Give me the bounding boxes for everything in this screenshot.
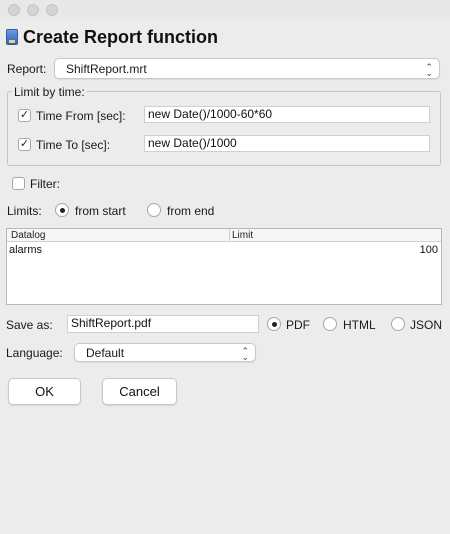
limits-from-end-radio[interactable] — [147, 203, 161, 217]
dialog-title: Create Report function — [23, 26, 219, 47]
minimize-window-button[interactable] — [27, 4, 39, 16]
language-select[interactable]: Default ⌃ ⌄ — [74, 343, 256, 362]
language-select-value: Default — [86, 345, 125, 360]
table-header: Datalog Limit — [7, 229, 441, 242]
format-json-radio[interactable] — [391, 317, 405, 331]
limit-by-time-legend: Limit by time: — [12, 85, 87, 99]
time-from-checkbox[interactable]: ✓ — [18, 109, 31, 122]
table-cell-limit: 100 — [419, 244, 438, 256]
time-from-label: Time From [sec]: — [36, 109, 126, 123]
limits-from-end-label: from end — [167, 204, 215, 218]
report-select[interactable]: ShiftReport.mrt ⌃ ⌄ — [54, 58, 440, 79]
time-from-input[interactable]: new Date()/1000-60*60 — [144, 106, 430, 123]
updown-chevron-icon: ⌃ ⌄ — [241, 345, 249, 362]
close-window-button[interactable] — [8, 4, 20, 16]
limit-by-time-group: Limit by time: ✓ Time From [sec]: new Da… — [7, 85, 441, 166]
limits-from-start-label: from start — [75, 204, 126, 218]
limits-label: Limits: — [7, 204, 42, 218]
report-select-value: ShiftReport.mrt — [66, 61, 147, 76]
format-html-label: HTML — [343, 318, 376, 332]
updown-chevron-icon: ⌃ ⌄ — [425, 61, 433, 78]
column-header-datalog[interactable]: Datalog — [8, 229, 45, 242]
format-json-label: JSON — [410, 318, 443, 332]
filter-label: Filter: — [30, 177, 60, 191]
zoom-window-button[interactable] — [46, 4, 58, 16]
column-header-limit[interactable]: Limit — [229, 229, 253, 242]
format-html-radio[interactable] — [323, 317, 337, 331]
limits-from-start-radio[interactable] — [55, 203, 69, 217]
time-to-label: Time To [sec]: — [36, 138, 111, 152]
datalog-table[interactable]: Datalog Limit alarms 100 — [6, 228, 442, 305]
ok-button[interactable]: OK — [8, 378, 81, 405]
format-pdf-radio[interactable] — [267, 317, 281, 331]
filter-checkbox[interactable] — [12, 177, 25, 190]
format-pdf-label: PDF — [286, 318, 310, 332]
time-to-input[interactable]: new Date()/1000 — [144, 135, 430, 152]
report-icon — [6, 29, 18, 45]
table-cell-datalog: alarms — [9, 244, 43, 256]
report-label: Report: — [7, 62, 47, 76]
window-titlebar — [0, 0, 450, 20]
time-to-checkbox[interactable]: ✓ — [18, 138, 31, 151]
save-as-label: Save as: — [6, 318, 53, 332]
dialog-header: Create Report function — [6, 26, 218, 48]
language-label: Language: — [6, 346, 63, 360]
save-as-input[interactable]: ShiftReport.pdf — [67, 315, 259, 333]
cancel-button[interactable]: Cancel — [102, 378, 177, 405]
